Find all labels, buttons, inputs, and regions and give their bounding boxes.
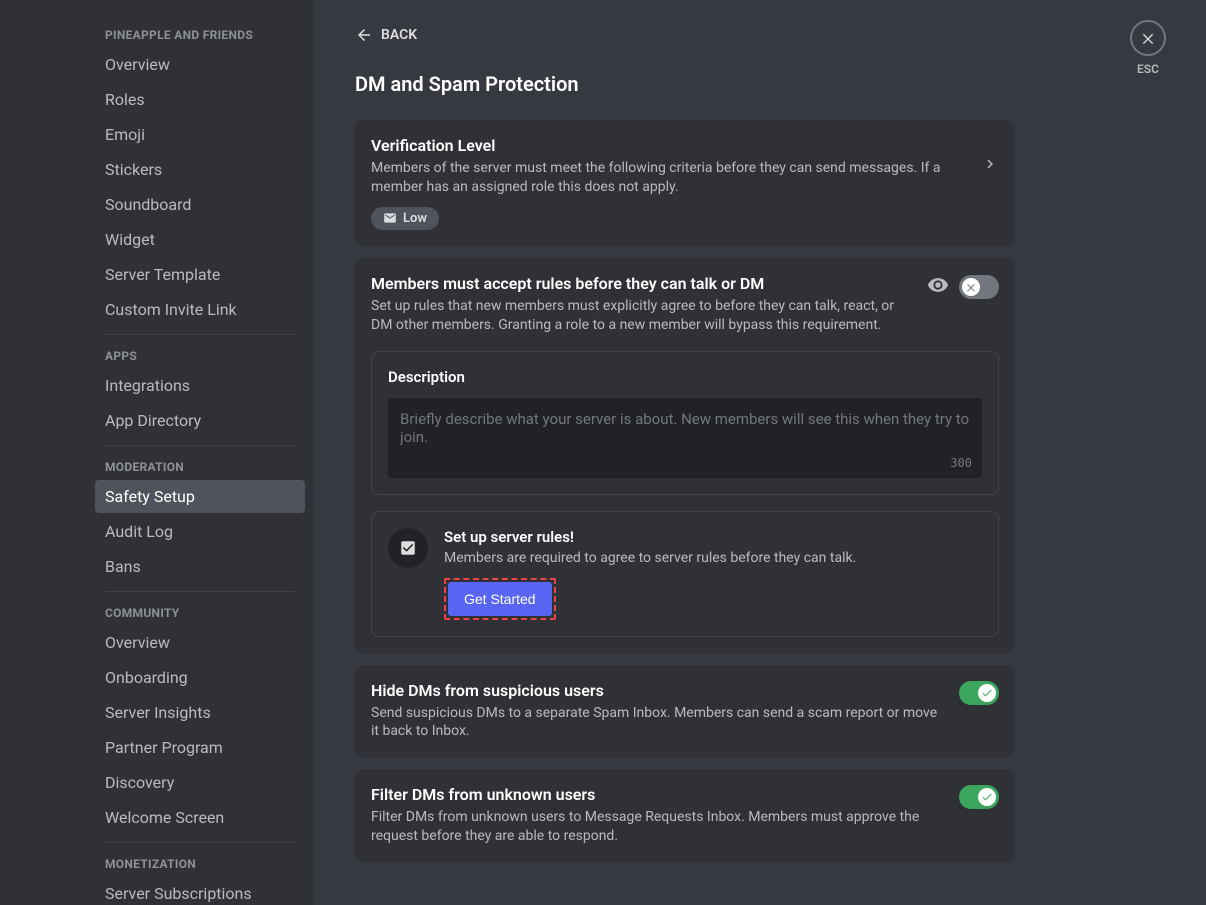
verification-level-badge: Low bbox=[371, 207, 439, 230]
divider bbox=[105, 842, 295, 843]
sidebar-item-soundboard[interactable]: Soundboard bbox=[95, 188, 305, 221]
eye-icon[interactable] bbox=[927, 274, 949, 300]
divider bbox=[105, 334, 295, 335]
rules-desc: Set up rules that new members must expli… bbox=[371, 297, 915, 335]
hide-dm-desc: Send suspicious DMs to a separate Spam I… bbox=[371, 704, 947, 742]
sidebar-item-community-overview[interactable]: Overview bbox=[95, 626, 305, 659]
main-content: ESC BACK DM and Spam Protection Verifica… bbox=[313, 0, 1206, 905]
sidebar-item-audit-log[interactable]: Audit Log bbox=[95, 515, 305, 548]
sidebar-item-roles[interactable]: Roles bbox=[95, 83, 305, 116]
sidebar-item-partner-program[interactable]: Partner Program bbox=[95, 731, 305, 764]
close-button[interactable]: ESC bbox=[1130, 20, 1166, 76]
back-button[interactable]: BACK bbox=[355, 26, 1166, 44]
page-title: DM and Spam Protection bbox=[355, 72, 1166, 96]
sidebar-item-overview[interactable]: Overview bbox=[95, 48, 305, 81]
server-name-header: PINEAPPLE AND FRIENDS bbox=[95, 22, 305, 48]
description-textarea-wrap: 300 bbox=[388, 398, 982, 478]
setup-rules-title: Set up server rules! bbox=[444, 528, 982, 546]
sidebar-item-widget[interactable]: Widget bbox=[95, 223, 305, 256]
get-started-button[interactable]: Get Started bbox=[448, 582, 552, 616]
rules-title: Members must accept rules before they ca… bbox=[371, 274, 915, 293]
setup-rules-desc: Members are required to agree to server … bbox=[444, 550, 982, 566]
sidebar: PINEAPPLE AND FRIENDS Overview Roles Emo… bbox=[0, 0, 313, 905]
sidebar-item-server-subscriptions[interactable]: Server Subscriptions bbox=[95, 877, 305, 905]
checklist-icon bbox=[388, 528, 428, 568]
sidebar-item-custom-invite-link[interactable]: Custom Invite Link bbox=[95, 293, 305, 326]
close-label: ESC bbox=[1137, 62, 1159, 76]
sidebar-item-onboarding[interactable]: Onboarding bbox=[95, 661, 305, 694]
sidebar-item-welcome-screen[interactable]: Welcome Screen bbox=[95, 801, 305, 834]
filter-dm-card: Filter DMs from unknown users Filter DMs… bbox=[355, 769, 1015, 862]
sidebar-item-stickers[interactable]: Stickers bbox=[95, 153, 305, 186]
sidebar-item-server-insights[interactable]: Server Insights bbox=[95, 696, 305, 729]
hide-dm-card: Hide DMs from suspicious users Send susp… bbox=[355, 665, 1015, 758]
close-icon bbox=[1130, 20, 1166, 56]
sidebar-item-discovery[interactable]: Discovery bbox=[95, 766, 305, 799]
setup-rules-section: Set up server rules! Members are require… bbox=[371, 511, 999, 637]
description-section: Description 300 bbox=[371, 351, 999, 495]
rules-toggle[interactable] bbox=[959, 275, 999, 299]
description-textarea[interactable] bbox=[400, 410, 970, 454]
rules-card: Members must accept rules before they ca… bbox=[355, 258, 1015, 653]
chevron-right-icon bbox=[981, 155, 999, 177]
sidebar-item-server-template[interactable]: Server Template bbox=[95, 258, 305, 291]
verification-level-card[interactable]: Verification Level Members of the server… bbox=[355, 120, 1015, 246]
description-label: Description bbox=[388, 368, 982, 386]
hide-dm-toggle[interactable] bbox=[959, 681, 999, 705]
sidebar-item-safety-setup[interactable]: Safety Setup bbox=[95, 480, 305, 513]
divider bbox=[105, 445, 295, 446]
sidebar-item-integrations[interactable]: Integrations bbox=[95, 369, 305, 402]
highlight-annotation: Get Started bbox=[444, 578, 556, 620]
section-header-monetization: MONETIZATION bbox=[95, 851, 305, 877]
arrow-left-icon bbox=[355, 26, 373, 44]
char-count: 300 bbox=[950, 456, 972, 470]
sidebar-item-app-directory[interactable]: App Directory bbox=[95, 404, 305, 437]
verification-title: Verification Level bbox=[371, 136, 969, 155]
verification-level-value: Low bbox=[403, 211, 427, 226]
sidebar-item-bans[interactable]: Bans bbox=[95, 550, 305, 583]
hide-dm-title: Hide DMs from suspicious users bbox=[371, 681, 947, 700]
filter-dm-title: Filter DMs from unknown users bbox=[371, 785, 947, 804]
filter-dm-desc: Filter DMs from unknown users to Message… bbox=[371, 808, 947, 846]
divider bbox=[105, 591, 295, 592]
mail-icon bbox=[383, 211, 397, 225]
section-header-apps: APPS bbox=[95, 343, 305, 369]
section-header-community: COMMUNITY bbox=[95, 600, 305, 626]
filter-dm-toggle[interactable] bbox=[959, 785, 999, 809]
section-header-moderation: MODERATION bbox=[95, 454, 305, 480]
sidebar-item-emoji[interactable]: Emoji bbox=[95, 118, 305, 151]
back-label: BACK bbox=[381, 27, 417, 43]
verification-desc: Members of the server must meet the foll… bbox=[371, 159, 969, 197]
